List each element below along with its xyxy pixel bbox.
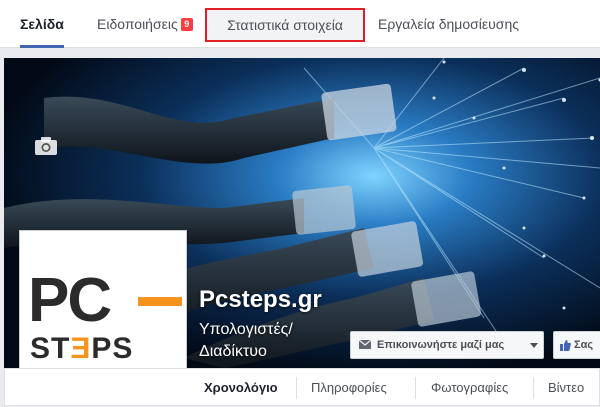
tab-notifications[interactable]: Ειδοποιήσεις9	[97, 0, 193, 48]
logo-steps-e: Ǝ	[70, 332, 91, 365]
tab-timeline[interactable]: Χρονολόγιο	[204, 369, 278, 407]
tab-page[interactable]: Σελίδα	[20, 0, 64, 48]
tab-page-label: Σελίδα	[20, 16, 64, 32]
timeline-nav: Χρονολόγιο Πληροφορίες Φωτογραφίες Βίντε…	[4, 368, 600, 406]
camera-icon[interactable]	[34, 136, 58, 156]
tab-notifications-label: Ειδοποιήσεις	[97, 16, 178, 32]
thumbs-up-icon	[560, 340, 571, 351]
nav-divider	[533, 377, 534, 399]
contact-us-button[interactable]: Επικοινωνήστε μαζί μας	[350, 331, 544, 359]
page-title[interactable]: Pcsteps.gr	[199, 286, 322, 314]
logo-steps-part1: ST	[30, 332, 70, 365]
nav-divider	[415, 377, 416, 399]
chevron-down-icon	[530, 343, 538, 348]
logo-accent-bar	[138, 297, 182, 306]
page-tab-bar: Σελίδα Ειδοποιήσεις9 Στατιστικά στοιχεία…	[0, 0, 600, 48]
tab-info[interactable]: Πληροφορίες	[311, 369, 387, 407]
logo-steps-text: STƎPS	[30, 333, 133, 365]
nav-divider	[296, 377, 297, 399]
tab-publishing-tools-label: Εργαλεία δημοσίευσης	[378, 16, 519, 32]
mail-icon	[359, 340, 371, 349]
logo-pc-text: PC	[28, 271, 154, 331]
contact-us-label: Επικοινωνήστε μαζί μας	[377, 339, 504, 351]
tab-statistics-label: Στατιστικά στοιχεία	[227, 17, 343, 33]
like-label: Σας	[574, 339, 593, 351]
tab-photos[interactable]: Φωτογραφίες	[431, 369, 508, 407]
tab-publishing-tools[interactable]: Εργαλεία δημοσίευσης	[378, 0, 519, 48]
tab-statistics[interactable]: Στατιστικά στοιχεία	[205, 8, 365, 42]
notifications-badge: 9	[181, 18, 193, 31]
logo-steps-part2: PS	[91, 332, 133, 365]
page-category[interactable]: Υπολογιστές/ Διαδίκτυο	[199, 319, 329, 363]
tab-videos[interactable]: Βίντεο	[548, 369, 584, 407]
like-button[interactable]: Σας	[553, 331, 600, 359]
